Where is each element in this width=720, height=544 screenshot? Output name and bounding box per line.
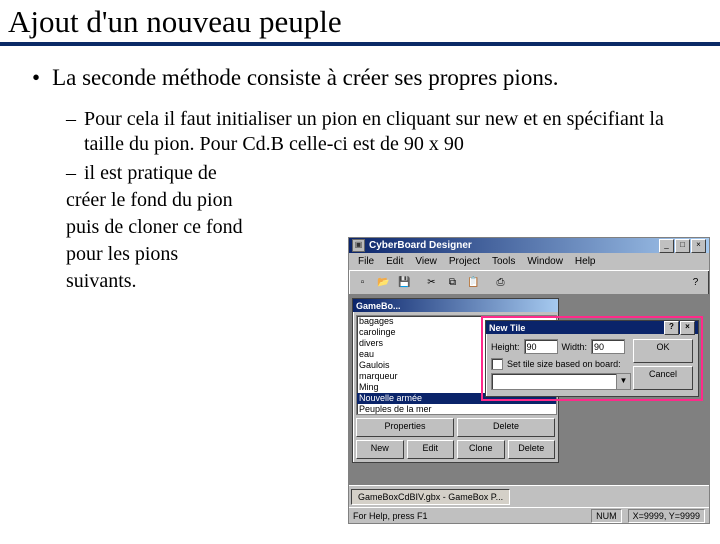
paste-icon[interactable]: 📋: [464, 273, 483, 292]
cont-line: puis de cloner ce fond: [66, 215, 321, 240]
height-input[interactable]: [524, 339, 558, 354]
statusbar: For Help, press F1 NUM X=9999, Y=9999: [349, 507, 709, 523]
menu-tools[interactable]: Tools: [487, 255, 520, 268]
dialog-title: New Tile: [489, 323, 525, 333]
copy-icon[interactable]: ⧉: [443, 273, 462, 292]
titlebar: ▣ CyberBoard Designer _ □ ×: [349, 238, 709, 253]
dash: –: [66, 107, 76, 157]
dialog-highlight: New Tile ? × Height: Width:: [481, 316, 703, 401]
dash: –: [66, 161, 76, 186]
height-label: Height:: [491, 342, 520, 352]
status-help: For Help, press F1: [353, 511, 428, 521]
delete-button[interactable]: Delete: [457, 418, 555, 437]
width-label: Width:: [562, 342, 588, 352]
menu-edit[interactable]: Edit: [381, 255, 408, 268]
menu-project[interactable]: Project: [444, 255, 485, 268]
bullet-text: La seconde méthode consiste à créer ses …: [52, 64, 558, 93]
sub-bullet-2: il est pratique de: [84, 161, 217, 186]
page-title: Ajout d'un nouveau peuple: [8, 4, 712, 40]
new-icon[interactable]: ▫: [353, 273, 372, 292]
open-icon[interactable]: 📂: [374, 273, 393, 292]
menu-help[interactable]: Help: [570, 255, 601, 268]
help-icon[interactable]: ?: [686, 273, 705, 292]
chevron-down-icon[interactable]: ▼: [616, 374, 630, 389]
cont-line: créer le fond du pion: [66, 188, 321, 213]
minimize-button[interactable]: _: [659, 239, 674, 253]
ok-button[interactable]: OK: [633, 339, 693, 363]
child-title: GameBo...: [356, 301, 401, 311]
delete2-button[interactable]: Delete: [508, 440, 556, 459]
checkbox-label: Set tile size based on board:: [507, 359, 621, 369]
dialog-close-button[interactable]: ×: [680, 321, 695, 335]
menu-view[interactable]: View: [410, 255, 442, 268]
mdi-taskbar: GameBoxCdBIV.gbx - GameBox P...: [349, 485, 709, 508]
app-icon: ▣: [352, 239, 365, 252]
dialog-help-button[interactable]: ?: [664, 321, 679, 335]
board-combo[interactable]: ▼: [491, 373, 631, 390]
mdi-client: GameBo... bagages carolinge divers eau G…: [349, 295, 709, 515]
new-button[interactable]: New: [356, 440, 404, 459]
status-coords: X=9999, Y=9999: [628, 509, 705, 523]
menu-window[interactable]: Window: [522, 255, 568, 268]
maximize-button[interactable]: □: [675, 239, 690, 253]
close-button[interactable]: ×: [691, 239, 706, 253]
width-input[interactable]: [591, 339, 625, 354]
edit-button[interactable]: Edit: [407, 440, 455, 459]
cancel-button[interactable]: Cancel: [633, 366, 693, 390]
new-tile-dialog: New Tile ? × Height: Width:: [485, 320, 699, 397]
toolbar: ▫ 📂 💾 ✂ ⧉ 📋 ⎙ ?: [349, 270, 709, 295]
bullet-dot: •: [32, 64, 40, 93]
clone-button[interactable]: Clone: [457, 440, 505, 459]
status-num: NUM: [591, 509, 622, 523]
save-icon[interactable]: 💾: [395, 273, 414, 292]
cont-line: pour les pions: [66, 242, 321, 267]
menu-file[interactable]: File: [353, 255, 379, 268]
app-title: CyberBoard Designer: [369, 240, 655, 251]
board-size-checkbox[interactable]: [491, 358, 503, 370]
taskbar-item[interactable]: GameBoxCdBIV.gbx - GameBox P...: [351, 489, 510, 505]
app-window: ▣ CyberBoard Designer _ □ × File Edit Vi…: [348, 237, 710, 524]
list-item[interactable]: Peuples de la mer: [357, 404, 556, 415]
properties-button[interactable]: Properties: [356, 418, 454, 437]
print-icon[interactable]: ⎙: [491, 273, 510, 292]
menubar: File Edit View Project Tools Window Help: [349, 253, 709, 270]
title-rule: [0, 42, 720, 46]
cut-icon[interactable]: ✂: [422, 273, 441, 292]
sub-bullet-1: Pour cela il faut initialiser un pion en…: [84, 107, 696, 157]
cont-line: suivants.: [66, 269, 321, 294]
